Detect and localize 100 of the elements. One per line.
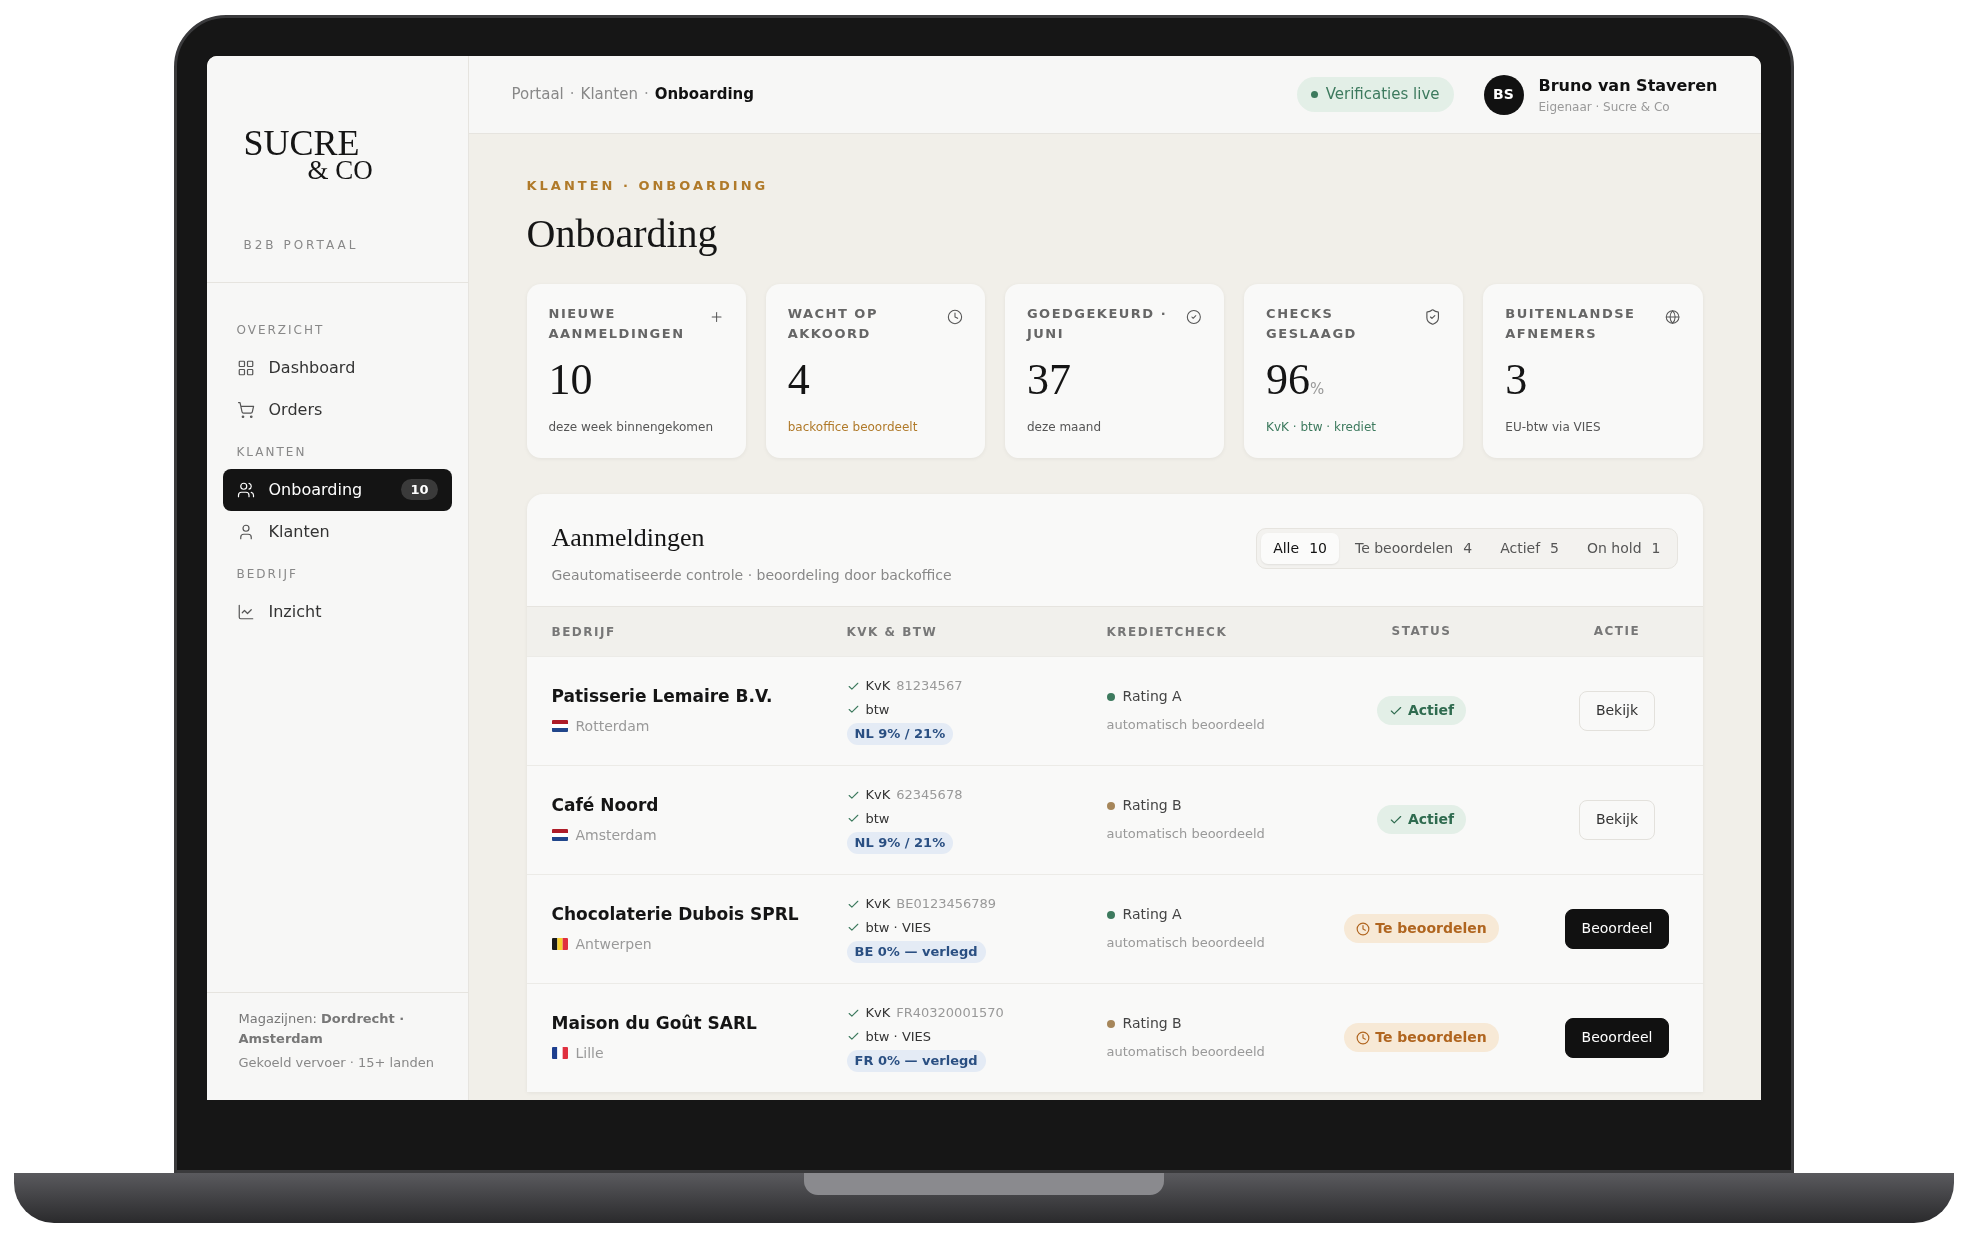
stat-note: backoffice beoordeelt: [787, 418, 919, 436]
line-chart-icon: [236, 602, 255, 621]
stat-unit: %: [1310, 378, 1325, 400]
users-icon: [236, 480, 255, 499]
nav-item[interactable]: Klanten: [222, 510, 452, 553]
column-header: KREDIETCHECK: [1106, 625, 1228, 639]
btw-label: btw · VIES: [865, 918, 932, 937]
portal-label: B2B PORTAAL: [243, 236, 359, 254]
cart-icon: [236, 400, 255, 419]
stat-label: NIEUWE AANMELDINGEN: [548, 304, 686, 343]
rating-text: Rating B: [1122, 796, 1182, 816]
check-icon: [846, 703, 860, 716]
kvk-number: FR40320001570: [896, 1004, 1004, 1023]
vat-tag: BE 0% — verlegd: [846, 941, 986, 963]
action-button[interactable]: Beoordeel: [1564, 1017, 1670, 1058]
stat-note: KvK · btw · krediet: [1266, 418, 1377, 436]
breadcrumb-separator: ·: [643, 84, 649, 106]
section-heading: OVERZICHT: [235, 321, 325, 339]
page-eyebrow: KLANTEN · ONBOARDING: [526, 177, 769, 195]
company-name: Patisserie Lemaire B.V.: [551, 685, 774, 709]
breadcrumb-link[interactable]: Onboarding: [654, 83, 754, 106]
rating-text: Rating A: [1122, 687, 1182, 707]
rating-note: automatisch beoordeeld: [1106, 716, 1265, 735]
city-text: Amsterdam: [575, 825, 657, 845]
status-badge: Actief: [1376, 805, 1467, 834]
stat-note: deze maand: [1026, 418, 1103, 436]
stat-note: deze week binnengekomen: [548, 418, 715, 436]
btw-label: btw: [865, 700, 890, 719]
vat-tag: NL 9% / 21%: [846, 832, 954, 854]
kvk-number: 81234567: [896, 677, 963, 696]
kvk-label: KvK: [865, 895, 891, 914]
kvk-number: BE0123456789: [896, 895, 997, 914]
action-button[interactable]: Beoordeel: [1564, 908, 1670, 949]
filter-tab[interactable]: On hold 1: [1575, 532, 1673, 564]
column-header: BEDRIJF: [551, 625, 616, 639]
status-badge: Actief: [1376, 696, 1467, 725]
column-header: ACTIE: [1593, 623, 1641, 640]
stat-label: CHECKS GESLAAGD: [1266, 304, 1358, 343]
globe-icon: [1665, 307, 1681, 326]
filter-tab[interactable]: Actief 5: [1488, 532, 1571, 564]
rating-text: Rating B: [1122, 1014, 1182, 1034]
count-badge: 10: [401, 478, 438, 501]
city-text: Lille: [575, 1043, 604, 1063]
filter-tab[interactable]: Alle 10: [1261, 532, 1339, 564]
rating-note: automatisch beoordeeld: [1106, 934, 1265, 953]
column-header: KVK & BTW: [846, 625, 938, 639]
action-button[interactable]: Bekijk: [1578, 690, 1656, 731]
btw-label: btw: [865, 809, 890, 828]
action-button[interactable]: Bekijk: [1578, 799, 1656, 840]
btw-label: btw · VIES: [865, 1027, 932, 1046]
kvk-label: KvK: [865, 786, 891, 805]
rating-text: Rating A: [1122, 905, 1182, 925]
grid-icon: [236, 358, 255, 377]
status-badge: Te beoordelen: [1344, 1023, 1499, 1052]
clock-icon: [946, 307, 963, 326]
check-icon: [846, 1030, 860, 1043]
nav-item[interactable]: Orders: [222, 388, 452, 431]
check-circle-icon: [1186, 307, 1203, 326]
company-name: Café Noord: [551, 794, 660, 818]
kvk-label: KvK: [865, 1004, 891, 1023]
vat-tag: FR 0% — verlegd: [846, 1050, 986, 1072]
filter-tab[interactable]: Te beoordelen 4: [1342, 532, 1485, 564]
stat-label: BUITENLANDSE AFNEMERS: [1505, 304, 1637, 343]
stat-value: 10: [548, 353, 593, 406]
city-text: Antwerpen: [575, 934, 652, 954]
city-text: Rotterdam: [575, 716, 650, 736]
nav-item[interactable]: Onboarding 10: [222, 468, 452, 511]
user-name: Bruno van Staveren: [1538, 74, 1718, 97]
panel-subtitle: Geautomatiseerde controle · beoordeling door backoffice: [551, 565, 952, 585]
warehouse-text: Magazijnen: Dordrecht · Amsterdam: [238, 1009, 406, 1048]
clock-icon: [1356, 921, 1371, 936]
kvk-number: 62345678: [896, 786, 963, 805]
section-heading: BEDRIJF: [235, 565, 298, 583]
rating-note: automatisch beoordeeld: [1106, 825, 1265, 844]
logo: SUCRE & CO: [243, 128, 373, 182]
breadcrumb-separator: ·: [569, 84, 575, 106]
check-icon: [846, 812, 860, 825]
nav-item[interactable]: Inzicht: [222, 590, 452, 633]
page-title: Onboarding: [526, 209, 718, 258]
check-icon: [846, 921, 860, 934]
shield-check-icon: [1424, 307, 1442, 326]
panel-title: Aanmeldingen: [551, 521, 706, 554]
rating-note: automatisch beoordeeld: [1106, 1043, 1265, 1062]
user-role: Eigenaar · Sucre & Co: [1538, 98, 1671, 116]
company-name: Chocolaterie Dubois SPRL: [551, 903, 800, 927]
kvk-label: KvK: [865, 677, 891, 696]
stat-label: WACHT OP AKKOORD: [787, 304, 879, 343]
shipping-text: Gekoeld vervoer · 15+ landen: [238, 1053, 435, 1072]
status-pill: Verificaties live: [1296, 77, 1454, 112]
vat-tag: NL 9% / 21%: [846, 723, 954, 745]
stat-value: 3: [1505, 353, 1528, 406]
avatar[interactable]: BS: [1483, 74, 1524, 115]
status-badge: Te beoordelen: [1344, 914, 1499, 943]
column-header: STATUS: [1391, 623, 1452, 640]
section-heading: KLANTEN: [235, 443, 307, 461]
stat-label: GOEDGEKEURD · JUNI: [1026, 304, 1169, 343]
company-name: Maison du Goût SARL: [551, 1012, 758, 1036]
stat-value: 96: [1266, 353, 1311, 406]
stat-note: EU-btw via VIES: [1505, 418, 1602, 436]
nav-item[interactable]: Dashboard: [222, 346, 452, 389]
